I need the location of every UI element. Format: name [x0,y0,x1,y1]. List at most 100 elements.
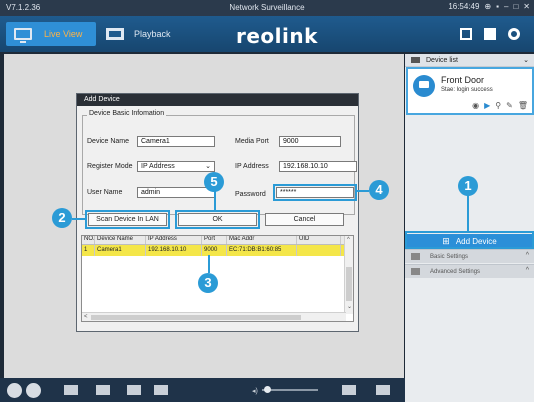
cell-uid [297,245,341,256]
live-view-label: Live View [44,29,83,39]
vertical-scrollbar[interactable]: ^ ⌄ [344,236,353,314]
col-uid: UID [297,236,341,244]
register-mode-select[interactable]: IP Address ⌄ [137,161,215,172]
scroll-down-icon[interactable]: ⌄ [347,303,352,310]
toolbar-icons [460,28,520,40]
media-port-label: Media Port [235,138,269,145]
device-name-label: Device Name [87,138,130,145]
ip-address-input[interactable]: 192.168.10.10 [279,161,357,172]
callout-badge-2: 2 [52,208,72,228]
cell-port: 9000 [202,245,227,256]
basic-settings-label: Basic Settings [430,253,469,260]
volume-knob[interactable] [264,386,271,393]
cell-ip-address: 192.168.10.10 [146,245,202,256]
bottom-toolbar: ◂) [0,378,405,402]
scroll-left-icon[interactable]: < [84,314,88,320]
callout-line [72,218,86,220]
col-ip-address: IP Address [146,236,202,244]
record-all-icon[interactable] [96,385,110,395]
callout-line [208,255,210,273]
scroll-thumb[interactable] [346,267,352,301]
reolink-logo: reolink [236,24,318,48]
col-device-name: Device Name [95,236,146,244]
group-legend: Device Basic Infomation [87,110,167,117]
user-icon[interactable]: ▪ [496,2,499,11]
register-mode-label: Register Mode [87,163,133,170]
scroll-up-icon[interactable]: ^ [347,237,350,243]
device-info-group: Device Basic Infomation Device Name Came… [82,110,357,215]
register-mode-value: IP Address [141,163,175,170]
device-card[interactable]: Front Door Stae: login success ◉ ▶ ⚲ ✎ 🗑 [406,67,534,115]
live-view-tab[interactable]: Live View [6,22,96,46]
user-name-label: User Name [87,189,123,196]
playback-label: Playback [134,29,171,39]
basic-settings-row[interactable]: Basic Settings ^ [405,249,534,263]
main-toolbar: Live View Playback reolink [0,16,534,52]
maximize-icon[interactable]: □ [513,2,518,11]
cell-mac-addr: EC:71:DB:B1:60:85 [227,245,297,256]
table-header: NO. Device Name IP Address Port Mac Addr… [82,236,353,245]
callout-badge-3: 3 [198,273,218,293]
device-actions: ◉ ▶ ⚲ ✎ 🗑 [472,101,528,110]
dialog-title: Add Device [77,94,358,106]
edit-icon[interactable]: ✎ [506,101,513,110]
device-table: NO. Device Name IP Address Port Mac Addr… [81,235,354,322]
hscroll-thumb[interactable] [91,315,301,320]
minimize-icon[interactable]: – [504,2,508,11]
col-no: NO. [84,236,95,244]
search-icon[interactable]: ⚲ [495,101,501,110]
advanced-settings-row[interactable]: Advanced Settings ^ [405,264,534,278]
film-icon [106,28,124,40]
scan-device-button[interactable]: Scan Device In LAN [85,210,170,229]
add-device-button[interactable]: ⊞ Add Device [407,234,532,248]
col-port: Port [202,236,227,244]
speaker-icon[interactable]: ◂) [252,387,258,395]
gear-icon[interactable] [508,28,520,40]
layout-icon[interactable] [460,28,472,40]
snapshot-icon[interactable] [127,385,141,395]
play-icon[interactable]: ▶ [484,101,490,110]
delete-icon[interactable]: 🗑 [518,101,528,110]
col-mac-addr: Mac Addr [227,236,297,244]
table-row[interactable]: 1 Camera1 192.168.10.10 9000 EC:71:DB:B1… [82,245,353,256]
grid-layout-icon[interactable] [342,385,356,395]
password-input[interactable]: ****** [273,184,357,201]
callout-badge-1: 1 [458,176,478,196]
record-icon[interactable]: ◉ [472,101,479,110]
camera-icon [413,75,435,97]
stop-all-icon[interactable] [26,383,41,398]
titlebar-controls: 16:54:49 ⊕ ▪ – □ ✕ [448,2,530,11]
cancel-button[interactable]: Cancel [265,213,344,226]
play-all-icon[interactable] [7,383,22,398]
callout-line [467,195,469,231]
ip-address-label: IP Address [235,163,269,170]
horizontal-scrollbar[interactable]: < [82,312,346,321]
globe-icon[interactable]: ⊕ [484,2,491,11]
chevron-up-icon: ^ [525,267,529,274]
device-list-header[interactable]: Device list ⌄ [405,54,534,67]
callout-line [355,190,369,192]
title-bar: V7.1.2.36 Network Surveillance 16:54:49 … [0,0,534,16]
callout-line [214,190,216,210]
callout-badge-4: 4 [369,180,389,200]
close-icon[interactable]: ✕ [523,2,530,11]
ok-button[interactable]: OK [175,210,260,229]
stream-icon[interactable] [64,385,78,395]
chevron-down-icon: ⌄ [205,163,211,170]
clock-label: 16:54:49 [448,2,480,11]
chevron-down-icon: ⌄ [523,57,529,64]
monitor-icon [14,28,32,43]
fullscreen-icon[interactable] [484,28,496,40]
advanced-settings-icon [411,268,420,275]
add-icon: ⊞ [442,235,450,246]
media-port-input[interactable]: 9000 [279,136,341,147]
settings-icon [411,253,420,260]
device-name-input[interactable]: Camera1 [137,136,215,147]
video-icon[interactable] [154,385,168,395]
chevron-up-icon: ^ [525,252,529,259]
user-name-input[interactable]: admin [137,187,215,198]
fullscreen-toggle-icon[interactable] [376,385,390,395]
playback-tab[interactable]: Playback [106,22,171,46]
device-status: Stae: login success [441,87,493,93]
add-device-dialog: Add Device Device Basic Infomation Devic… [76,93,359,332]
